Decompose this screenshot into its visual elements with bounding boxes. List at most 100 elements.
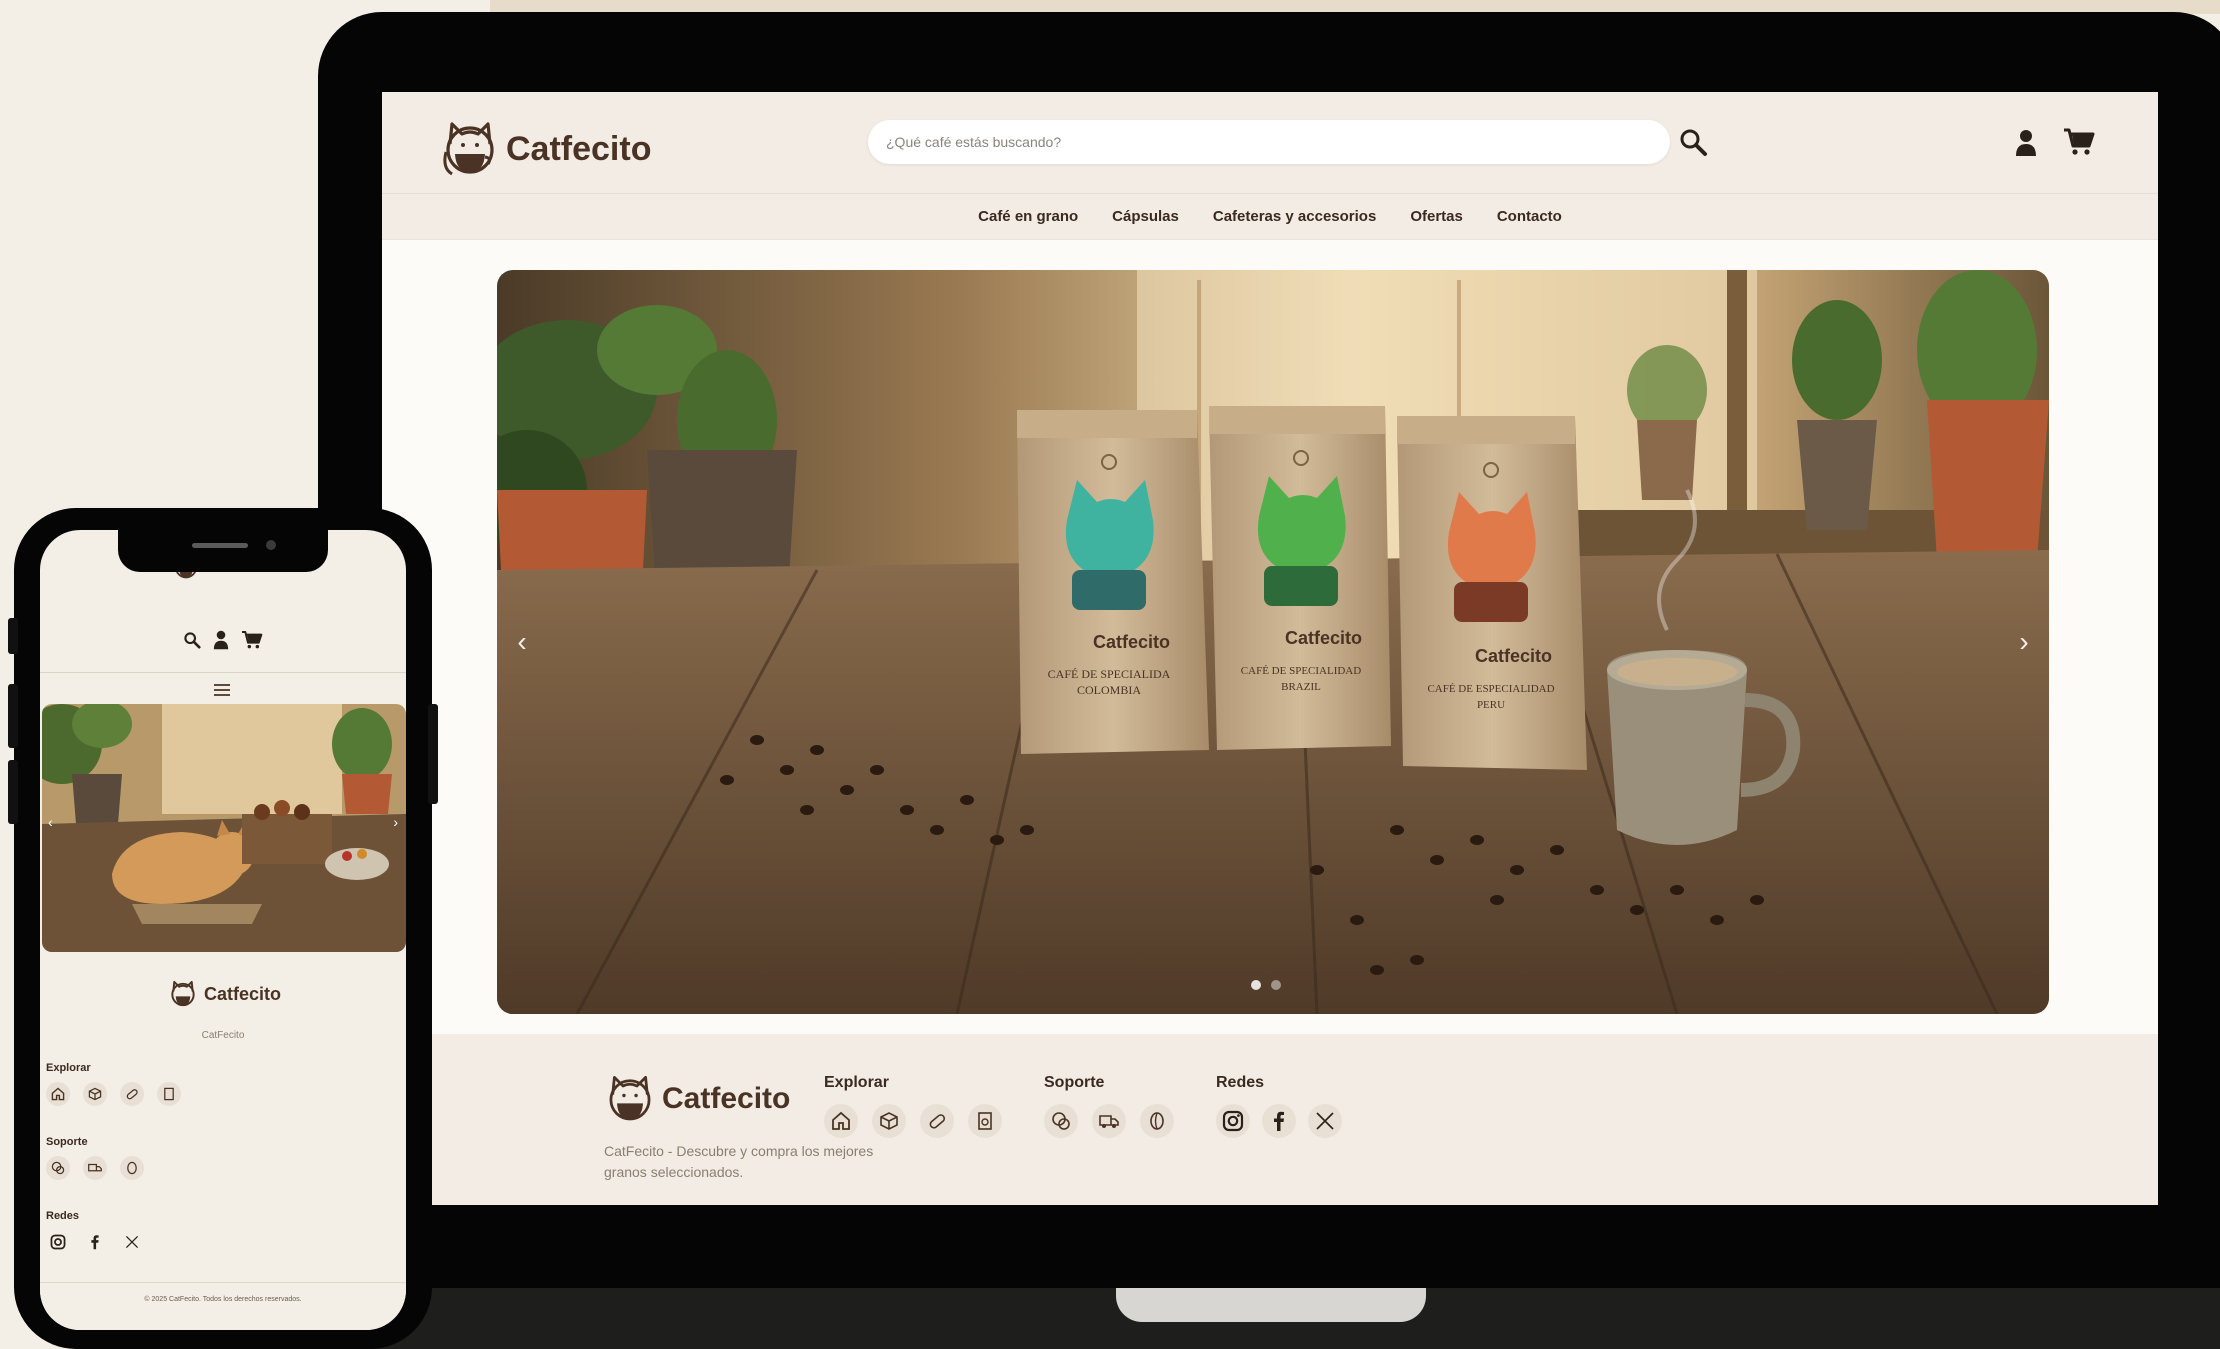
bean-link[interactable] [120,1156,144,1180]
coffee-bag-peru: Catfecito CAFÉ DE ESPECIALIDAD PERU [1397,416,1587,770]
chat-icon [51,1161,65,1175]
coffee-bag-link[interactable] [157,1082,181,1106]
user-icon [2016,130,2036,156]
home-icon [51,1087,65,1101]
chat-link[interactable] [46,1156,70,1180]
delivery-truck-icon [1099,1115,1119,1128]
footer-col-title: Explorar [824,1074,889,1091]
mobile-carousel-prev-button[interactable]: ‹ [48,814,53,830]
footer-col-explorar: Explorar [824,1074,1002,1138]
mobile-carousel-next-button[interactable]: › [393,814,398,830]
instagram-icon [50,1234,66,1250]
svg-text:CAFÉ DE ESPECIALIDAD: CAFÉ DE ESPECIALIDAD [1427,683,1554,695]
svg-text:CAFÉ DE SPECIALIDAD: CAFÉ DE SPECIALIDAD [1241,665,1361,677]
search-button[interactable] [1676,124,1710,160]
delivery-link[interactable] [83,1156,107,1180]
box-icon [880,1112,898,1130]
cart-icon [2064,128,2095,155]
mobile-footer-title: Soporte [46,1136,88,1148]
x-link[interactable] [120,1230,144,1254]
chat-link[interactable] [1044,1104,1078,1138]
search-icon [1680,129,1707,156]
site-footer: Catfecito CatFecito - Descubre y compra … [382,1034,2158,1205]
mobile-footer-title: Explorar [46,1062,91,1074]
phone-button [8,618,18,654]
carousel-next-button[interactable]: › [2009,622,2039,662]
x-icon [1316,1112,1334,1130]
account-button[interactable] [2014,128,2038,158]
copyright-text: © 2025 CatFecito. Todos los derechos res… [144,1296,302,1303]
svg-text:CAFÉ DE SPECIALIDA: CAFÉ DE SPECIALIDA [1048,667,1171,681]
mobile-footer-redes: Redes [46,1210,144,1254]
phone-mockup: Catfecito [8,508,438,1349]
search-icon[interactable] [183,631,201,649]
laptop-trackpad-notch [1116,1288,1426,1322]
box-link[interactable] [83,1082,107,1106]
cart-button[interactable] [2062,126,2096,158]
mobile-hero-image [42,704,406,952]
footer-col-title: Soporte [1044,1074,1105,1091]
nav-item-cafe-en-grano[interactable]: Café en grano [978,208,1078,225]
chat-icon [1052,1112,1070,1130]
carousel-prev-button[interactable]: ‹ [507,622,537,662]
facebook-icon [91,1235,99,1250]
mobile-footer-title: Redes [46,1210,80,1222]
mobile-footer-brand-name: Catfecito [204,983,282,1004]
hamburger-menu-icon[interactable] [212,682,232,698]
box-icon [88,1087,102,1101]
facebook-link[interactable] [83,1230,107,1254]
footer-brand-name: Catfecito [662,1082,791,1115]
capsule-link[interactable] [120,1082,144,1106]
footer-col-title: Redes [1216,1074,1265,1091]
instagram-link[interactable] [1216,1104,1250,1138]
svg-text:COLOMBIA: COLOMBIA [1077,683,1141,697]
footer-col-soporte: Soporte [1044,1074,1174,1138]
phone-button [8,684,18,748]
home-link[interactable] [46,1082,70,1106]
mobile-footer-soporte: Soporte [46,1136,144,1180]
bean-link[interactable] [1140,1104,1174,1138]
cat-cup-logo-icon [443,122,494,176]
box-link[interactable] [872,1104,906,1138]
delivery-link[interactable] [1092,1104,1126,1138]
coffee-bag-link[interactable] [968,1104,1002,1138]
x-link[interactable] [1308,1104,1342,1138]
nav-item-capsulas[interactable]: Cápsulas [1112,208,1179,225]
home-link[interactable] [824,1104,858,1138]
x-icon [125,1235,139,1249]
brand-logo[interactable]: Catfecito [440,116,651,182]
home-icon [832,1111,850,1130]
instagram-icon [1222,1110,1244,1132]
carousel-dot-2[interactable] [1271,980,1281,990]
svg-text:BRAZIL: BRAZIL [1281,681,1321,693]
brand-name: Catfecito [506,129,652,168]
site-header: Catfecito [382,92,2158,194]
coffee-bean-icon [1150,1112,1164,1130]
phone-speaker [192,543,248,548]
footer-col-redes: Redes [1216,1074,1342,1138]
nav-item-contacto[interactable]: Contacto [1497,208,1562,225]
carousel-dot-1[interactable] [1251,980,1261,990]
svg-text:Catfecito: Catfecito [1285,628,1362,648]
nav-item-ofertas[interactable]: Ofertas [1410,208,1463,225]
instagram-link[interactable] [46,1230,70,1254]
capsule-icon [126,1089,138,1100]
main-nav: Café en grano Cápsulas Cafeteras y acces… [382,194,2158,240]
mobile-footer-logo[interactable]: Catfecito [168,978,281,1010]
capsule-link[interactable] [920,1104,954,1138]
nav-item-cafeteras[interactable]: Cafeteras y accesorios [1213,208,1376,225]
coffee-bag-icon [164,1087,174,1101]
search-input[interactable] [868,120,1670,164]
mobile-header-icons [40,630,406,650]
phone-camera [266,540,276,550]
hero-image: Catfecito CAFÉ DE SPECIALIDA COLOMBIA Ca… [497,270,2049,1014]
cart-icon[interactable] [241,630,263,650]
phone-button [428,704,438,804]
phone-button [8,760,18,824]
mobile-site: Catfecito [40,530,406,1330]
facebook-link[interactable] [1262,1104,1296,1138]
coffee-bag-icon [978,1112,992,1130]
user-icon[interactable] [213,630,229,650]
footer-brand-logo[interactable]: Catfecito [604,1070,790,1128]
desktop-site: Catfecito Café en grano Cápsulas Cafeter… [382,92,2158,1205]
